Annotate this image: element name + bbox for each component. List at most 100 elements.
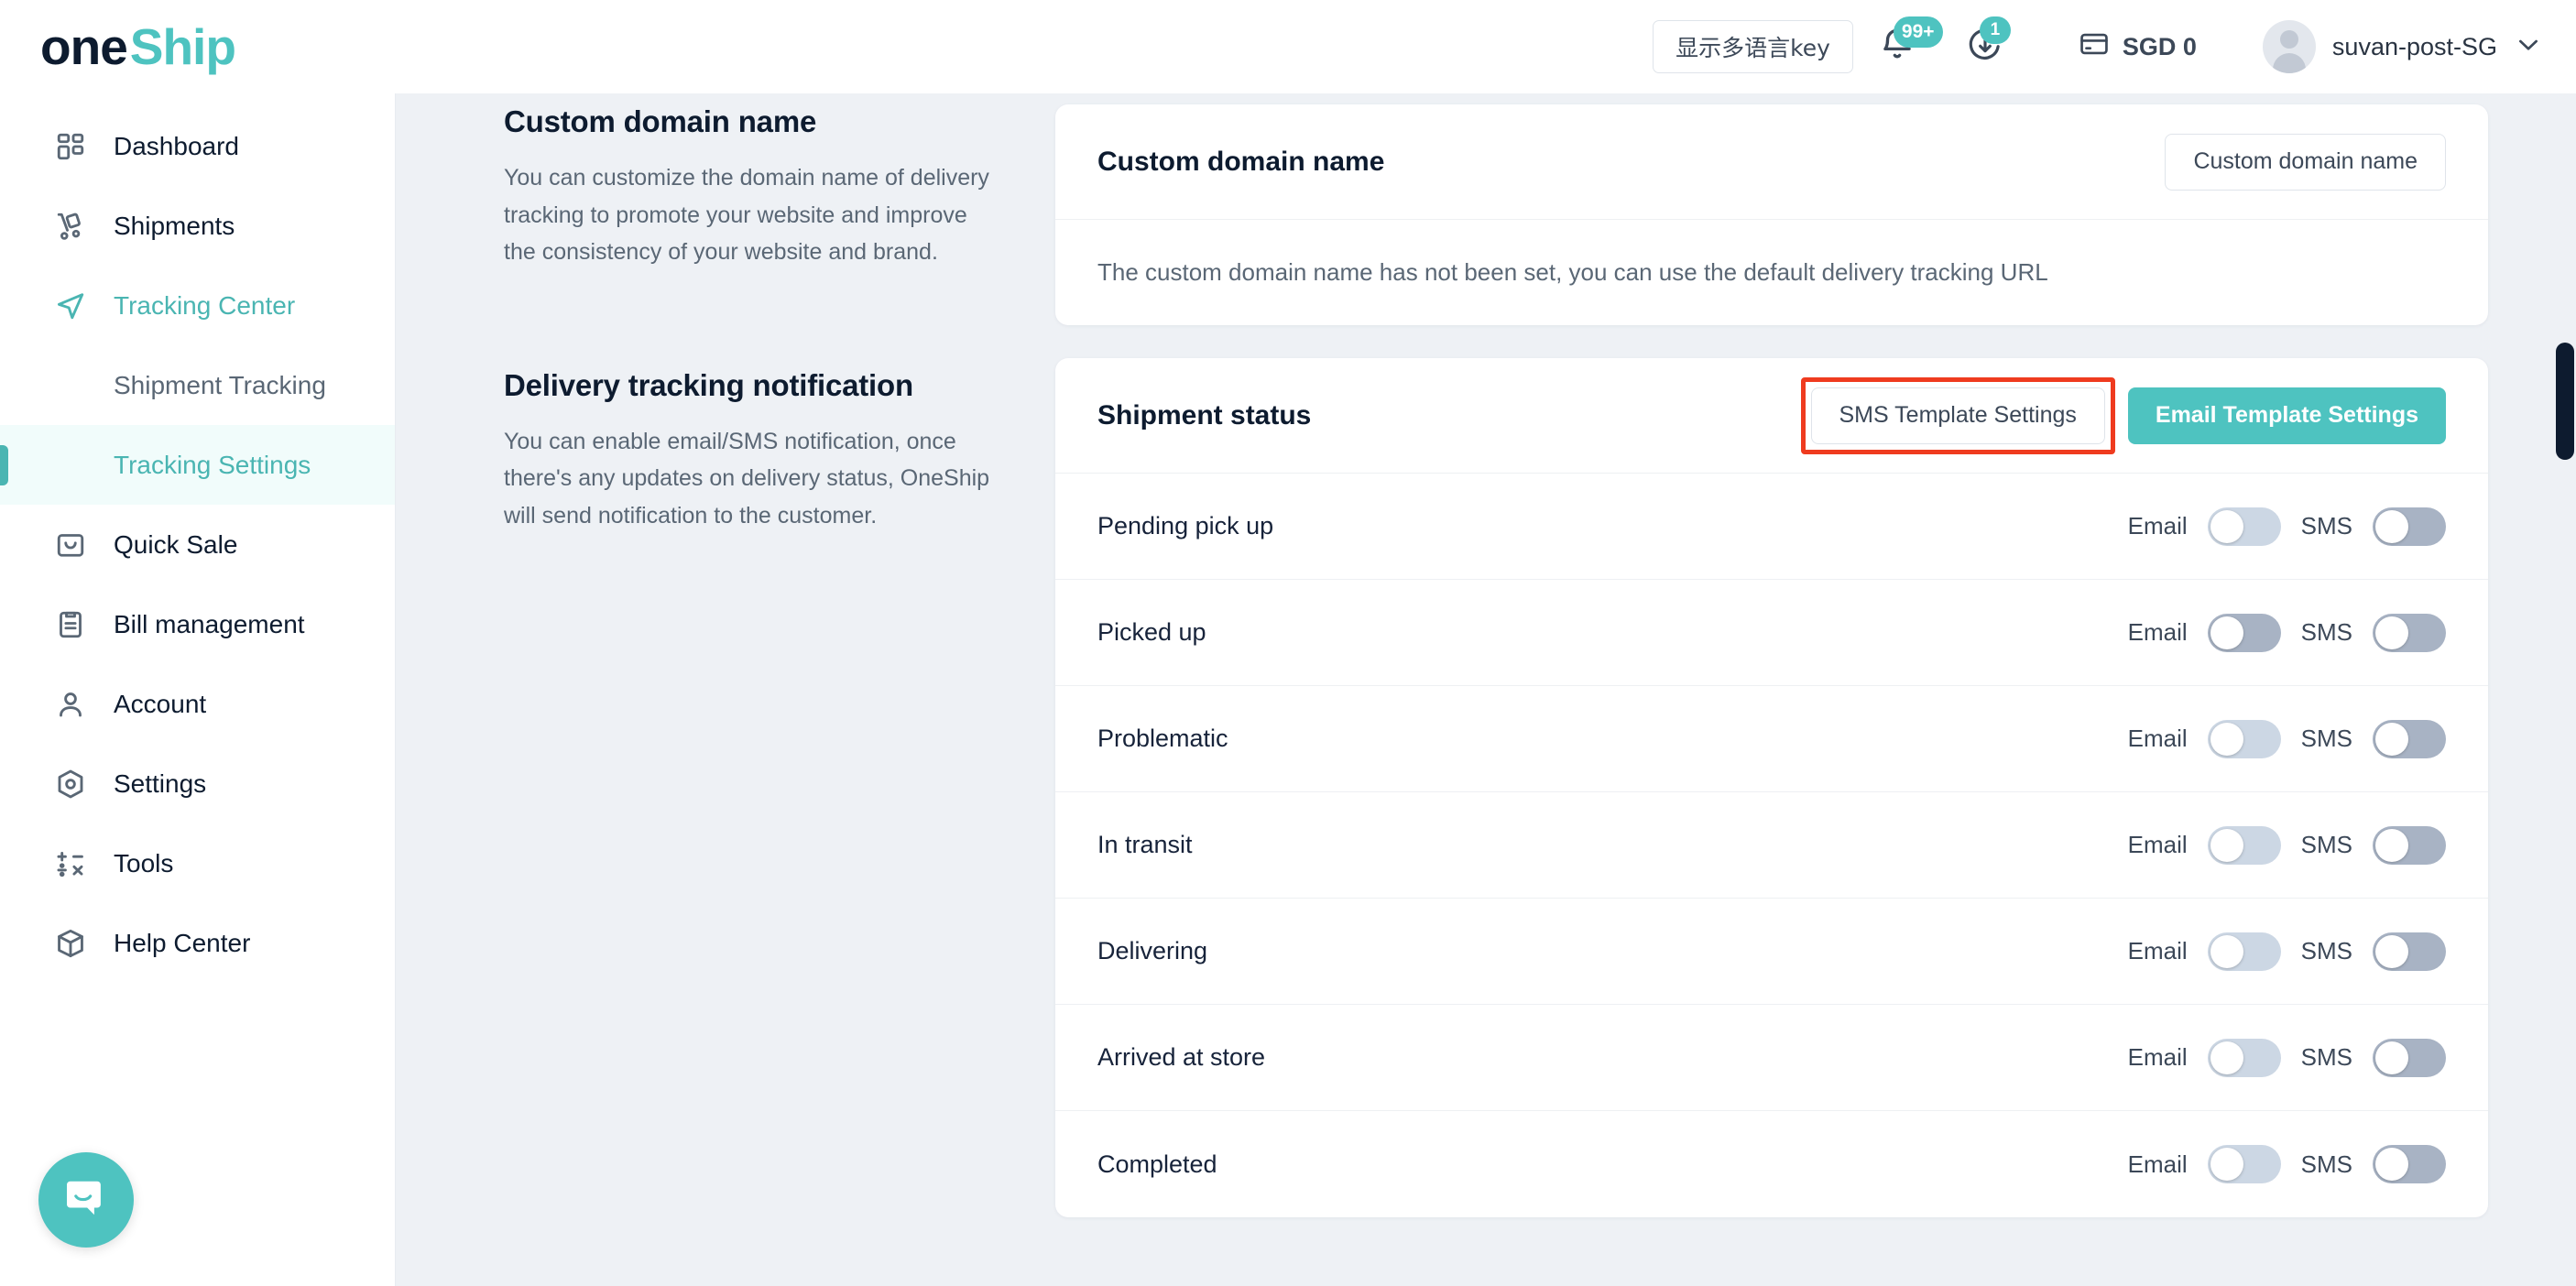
- toggle-knob: [2375, 1148, 2408, 1181]
- page-title: Custom domain name: [1097, 146, 1385, 177]
- email-toggle[interactable]: [2207, 1038, 2281, 1077]
- email-toggle[interactable]: [2207, 507, 2281, 546]
- email-toggle-label: Email: [2127, 831, 2188, 858]
- email-toggle[interactable]: [2207, 613, 2281, 652]
- toggle-knob: [2375, 616, 2408, 649]
- toggle-knob: [2210, 1148, 2243, 1181]
- sidebar-item-shipments[interactable]: Shipments: [0, 186, 395, 266]
- sidebar-item-quick-sale[interactable]: Quick Sale: [0, 505, 395, 584]
- sidebar: Dashboard Shipments Tracking Center Ship…: [0, 93, 396, 1286]
- delivery-notification-section: Delivery tracking notification You can e…: [504, 368, 1000, 535]
- sidebar-item-shipment-tracking[interactable]: Shipment Tracking: [0, 345, 395, 425]
- email-toggle-label: Email: [2127, 1043, 2188, 1071]
- status-label: Completed: [1097, 1150, 1217, 1178]
- page-scrollbar-thumb[interactable]: [2556, 343, 2574, 460]
- sync-button[interactable]: 1: [1941, 16, 2029, 74]
- toggle-knob: [2375, 509, 2408, 543]
- row-toggles: Email SMS: [2127, 719, 2446, 758]
- email-toggle[interactable]: [2207, 1145, 2281, 1183]
- row-toggles: Email SMS: [2127, 613, 2446, 652]
- custom-domain-section: Custom domain name You can customize the…: [504, 104, 1000, 271]
- top-bar: one Ship 显示多语言key 99+ 1 SGD 0 suvan-post…: [0, 0, 2576, 93]
- oneship-logo[interactable]: one Ship: [40, 17, 236, 76]
- wallet-balance[interactable]: SGD 0: [2079, 28, 2197, 66]
- email-toggle[interactable]: [2207, 825, 2281, 865]
- toggle-knob: [2210, 509, 2243, 543]
- user-menu[interactable]: suvan-post-SG: [2262, 20, 2543, 73]
- sidebar-item-label: Settings: [114, 768, 207, 798]
- status-label: In transit: [1097, 831, 1193, 858]
- cards-column: Custom domain name Custom domain name Th…: [1055, 93, 2532, 1286]
- row-toggles: Email SMS: [2128, 932, 2446, 971]
- bag-icon: [51, 526, 90, 564]
- sms-toggle-label: SMS: [2300, 512, 2352, 539]
- table-row: Delivering Email SMS: [1055, 899, 2488, 1005]
- notification-badge: 99+: [1893, 16, 1943, 48]
- table-row: In transit Email SMS: [1055, 792, 2488, 899]
- app-root: one Ship 显示多语言key 99+ 1 SGD 0 suvan-post…: [0, 0, 2576, 1286]
- email-template-settings-button[interactable]: Email Template Settings: [2127, 387, 2446, 444]
- section-title: Delivery tracking notification: [504, 367, 913, 402]
- email-toggle[interactable]: [2207, 719, 2281, 758]
- sms-toggle[interactable]: [2373, 932, 2446, 971]
- email-toggle[interactable]: [2207, 932, 2281, 971]
- toggle-knob: [2210, 616, 2243, 649]
- sidebar-item-label: Help Center: [114, 928, 251, 957]
- toggle-knob: [2375, 828, 2408, 862]
- sms-toggle[interactable]: [2373, 1145, 2446, 1183]
- toggle-knob: [2210, 1041, 2243, 1074]
- section-title: Custom domain name: [504, 104, 817, 138]
- section-description: You can enable email/SMS notification, o…: [504, 428, 990, 529]
- toggle-knob: [2210, 828, 2243, 862]
- email-toggle-label: Email: [2127, 618, 2188, 646]
- table-row: Problematic Email SMS: [1055, 686, 2488, 792]
- status-label: Delivering: [1097, 937, 1208, 964]
- custom-domain-status-text: The custom domain name has not been set,…: [1097, 258, 2048, 286]
- sidebar-item-bill-management[interactable]: Bill management: [0, 584, 395, 664]
- sidebar-item-help-center[interactable]: Help Center: [0, 903, 395, 983]
- paper-plane-icon: [51, 287, 90, 325]
- person-icon: [51, 685, 90, 724]
- sidebar-item-label: Shipments: [114, 211, 235, 240]
- email-toggle-label: Email: [2127, 725, 2188, 752]
- notifications-button[interactable]: 99+: [1853, 16, 1943, 74]
- box-icon: [51, 924, 90, 963]
- sms-toggle[interactable]: [2373, 719, 2446, 758]
- section-description: You can customize the domain name of del…: [504, 165, 989, 265]
- hex-gear-icon: [51, 765, 90, 803]
- sidebar-item-settings[interactable]: Settings: [0, 744, 395, 823]
- sidebar-item-account[interactable]: Account: [0, 664, 395, 744]
- toggle-knob: [2210, 722, 2243, 756]
- sidebar-item-tracking-settings[interactable]: Tracking Settings: [0, 425, 395, 505]
- sms-toggle[interactable]: [2373, 507, 2446, 546]
- sidebar-item-label: Tools: [114, 848, 174, 877]
- sidebar-item-label: Account: [114, 689, 207, 718]
- email-toggle-label: Email: [2127, 937, 2188, 964]
- row-toggles: Email SMS: [2127, 825, 2446, 865]
- chat-launcher-button[interactable]: [38, 1152, 134, 1248]
- sidebar-item-tracking-center[interactable]: Tracking Center: [0, 266, 395, 345]
- sms-button-highlight-annotation: SMS Template Settings: [1800, 376, 2115, 454]
- credit-card-icon: [2079, 28, 2110, 66]
- sms-toggle-label: SMS: [2300, 1043, 2352, 1071]
- custom-domain-name-button[interactable]: Custom domain name: [2165, 133, 2446, 191]
- sms-toggle[interactable]: [2373, 1038, 2446, 1077]
- description-column: Custom domain name You can customize the…: [396, 93, 1055, 1286]
- user-name-label: suvan-post-SG: [2331, 32, 2497, 60]
- handtruck-icon: [51, 207, 90, 245]
- status-label: Arrived at store: [1097, 1043, 1266, 1071]
- table-row: Picked up Email SMS: [1055, 580, 2488, 686]
- email-toggle-label: Email: [2127, 512, 2188, 539]
- sidebar-item-dashboard[interactable]: Dashboard: [0, 106, 395, 186]
- multilang-key-button[interactable]: 显示多语言key: [1653, 20, 1853, 73]
- clipboard-icon: [51, 605, 90, 644]
- sms-toggle-label: SMS: [2300, 618, 2352, 646]
- sidebar-item-tools[interactable]: Tools: [0, 823, 395, 903]
- sms-toggle[interactable]: [2373, 825, 2446, 865]
- email-toggle-label: Email: [2127, 1150, 2188, 1178]
- shipment-status-title: Shipment status: [1097, 399, 1312, 430]
- sms-toggle[interactable]: [2373, 613, 2446, 652]
- sms-template-settings-button[interactable]: SMS Template Settings: [1810, 387, 2105, 444]
- status-label: Picked up: [1097, 618, 1206, 646]
- sidebar-item-label: Bill management: [114, 609, 305, 638]
